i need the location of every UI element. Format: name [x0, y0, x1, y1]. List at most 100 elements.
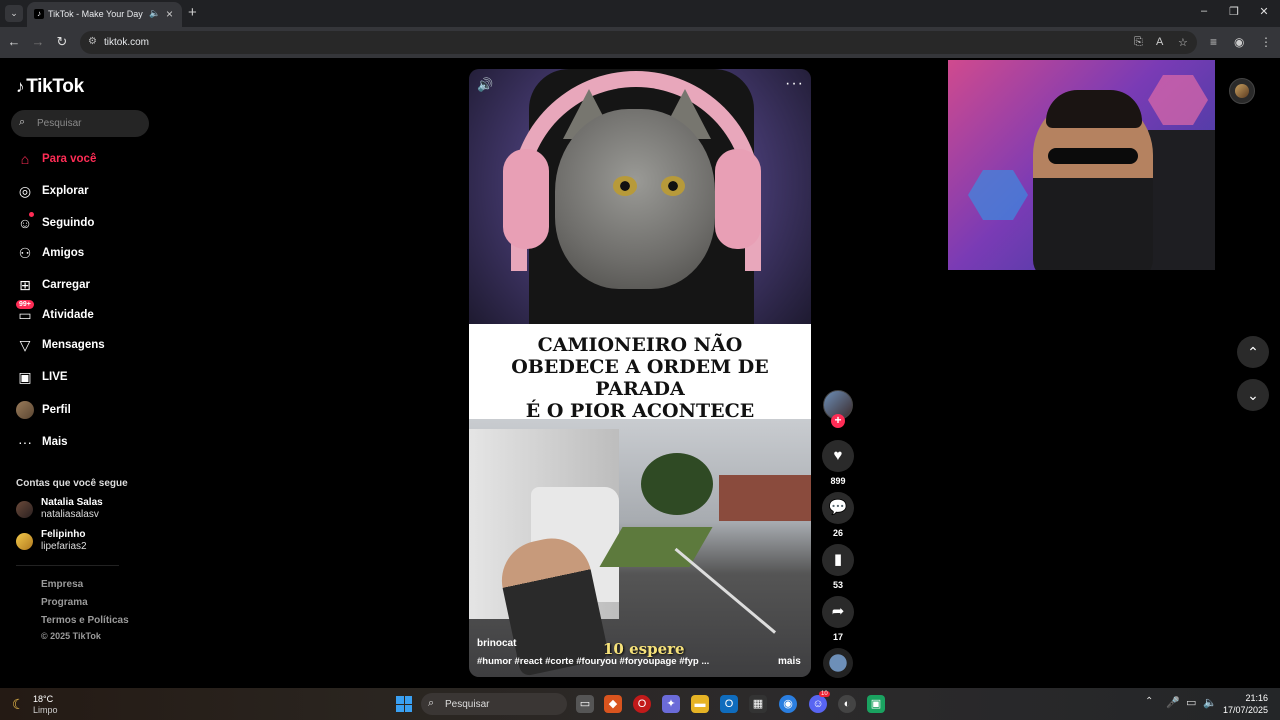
bookmark-star-icon[interactable]: ☆ — [1178, 36, 1188, 49]
save-count: 53 — [832, 580, 843, 590]
share-icon: ➦ — [831, 603, 845, 620]
tab-title: TikTok - Make Your Day — [48, 9, 143, 19]
tiktok-favicon-icon: ♪ — [34, 9, 44, 19]
footer-link[interactable]: Programa — [41, 597, 88, 608]
new-tab-button[interactable]: + — [188, 4, 197, 21]
windows-start-icon[interactable] — [396, 696, 412, 712]
tab-close-icon[interactable]: × — [166, 7, 173, 21]
headphone-cup-left — [503, 149, 549, 249]
share-count: 17 — [832, 632, 843, 642]
browser-toolbar: ← → ↻ ⚙ tiktok.com ⎘ A ☆ ≡ ◉ ⋮ — [0, 27, 1280, 58]
follow-plus-icon[interactable]: + — [831, 414, 845, 428]
chevron-up-icon: ⌃ — [1247, 344, 1259, 360]
share-button[interactable]: ➦ — [822, 596, 854, 628]
comment-button[interactable]: 💬 — [822, 492, 854, 524]
nav-explorar[interactable]: ◎ Explorar — [16, 182, 156, 204]
avatar — [16, 501, 33, 518]
video-author[interactable]: brinocat — [477, 638, 516, 649]
brave-icon[interactable]: ◆ — [604, 695, 622, 713]
following-account[interactable]: Felipinho lipefarias2 — [16, 529, 156, 555]
speaker-icon[interactable]: 🔈 — [1203, 696, 1217, 709]
chrome-icon[interactable]: ◉ — [779, 695, 797, 713]
tree — [641, 453, 713, 515]
nav-carregar[interactable]: ⊞ Carregar — [16, 276, 156, 298]
restore-icon[interactable]: ❐ — [1224, 5, 1244, 18]
nav-atividade[interactable]: ▭ 99+ Atividade — [16, 300, 156, 328]
weather-condition: Limpo — [33, 705, 58, 715]
task-view-icon[interactable]: ▭ — [576, 695, 594, 713]
footer-link[interactable]: Empresa — [41, 579, 83, 590]
copilot-icon[interactable]: ✦ — [662, 695, 680, 713]
video-hashtags[interactable]: #humor #react #corte #fouryou #foryoupag… — [477, 656, 709, 667]
back-icon[interactable]: ← — [6, 34, 22, 49]
reading-list-icon[interactable]: ≡ — [1210, 35, 1217, 49]
like-button[interactable]: ♥ — [822, 440, 854, 472]
road-line — [674, 547, 777, 634]
volume-icon[interactable]: 🔊 — [477, 77, 493, 93]
save-button[interactable]: ▮ — [822, 544, 854, 576]
next-video-button[interactable]: ⌄ — [1237, 379, 1269, 411]
user-avatar[interactable] — [1229, 78, 1255, 104]
video-menu-icon[interactable]: ··· — [785, 75, 804, 93]
friends-icon: ⚇ — [18, 245, 32, 261]
address-url: tiktok.com — [104, 37, 150, 48]
browser-menu-icon[interactable]: ⋮ — [1260, 35, 1272, 49]
minimize-icon[interactable]: – — [1194, 5, 1214, 17]
network-icon[interactable]: ▭ — [1186, 696, 1196, 709]
reload-icon[interactable]: ↻ — [54, 34, 70, 50]
translate-icon[interactable]: A — [1156, 36, 1163, 48]
discord-badge: 10 — [819, 691, 830, 697]
store-icon[interactable]: ▦ — [749, 695, 767, 713]
video-more-button[interactable]: mais — [778, 656, 801, 667]
search-input[interactable]: ⌕ Pesquisar — [11, 110, 149, 137]
video-cat-scene — [469, 69, 811, 324]
hexagon-light — [968, 170, 1028, 220]
browser-tab[interactable]: ♪ TikTok - Make Your Day 🔈 × — [27, 2, 182, 27]
avatar-image — [1235, 84, 1249, 98]
microphone-icon[interactable]: 🎤 — [1166, 696, 1180, 709]
video-headline: CAMIONEIRO NÃO OBEDECE A ORDEM DE PARADA… — [469, 324, 811, 422]
forward-icon[interactable]: → — [30, 34, 46, 49]
nav-perfil[interactable]: Perfil — [16, 401, 156, 423]
window-close-icon[interactable]: ✕ — [1254, 5, 1274, 18]
outlook-icon[interactable]: O — [720, 695, 738, 713]
profile-icon[interactable]: ◉ — [1234, 35, 1244, 49]
taskbar-search[interactable]: ⌕ Pesquisar — [421, 693, 567, 715]
compass-icon: ◎ — [18, 183, 32, 199]
previous-video-button[interactable]: ⌃ — [1237, 336, 1269, 368]
headline-line: OBEDECE A ORDEM DE PARADA — [511, 356, 769, 400]
cat-eye-right — [661, 176, 685, 196]
tab-audio-icon[interactable]: 🔈 — [149, 8, 160, 19]
nav-seguindo[interactable]: ☺ Seguindo — [16, 212, 156, 236]
music-disc-icon[interactable] — [823, 648, 853, 678]
nav-para-voce[interactable]: ⌂ Para você — [16, 150, 156, 172]
app-icon[interactable]: ▣ — [867, 695, 885, 713]
tray-chevron-icon[interactable]: ⌃ — [1145, 696, 1153, 707]
tiktok-logo[interactable]: ♪ TikTok — [16, 76, 84, 98]
video-player[interactable]: CAMIONEIRO NÃO OBEDECE A ORDEM DE PARADA… — [469, 69, 811, 677]
taskbar: ☾ 18°C Limpo ⌕ Pesquisar ▭ ◆ O ✦ ▬ O ▦ ◉… — [0, 688, 1280, 720]
moon-weather-icon[interactable]: ☾ — [12, 696, 25, 713]
home-icon: ⌂ — [20, 151, 30, 167]
site-settings-icon[interactable]: ⚙ — [88, 36, 97, 47]
discord-icon[interactable]: ☺ — [809, 695, 827, 713]
nav-mais[interactable]: ··· Mais — [16, 433, 156, 455]
clock-time[interactable]: 21:16 — [1226, 693, 1268, 703]
tab-list-button[interactable]: ⌄ — [5, 5, 23, 22]
address-bar[interactable]: ⚙ tiktok.com ⎘ A ☆ — [80, 31, 1197, 54]
webcam-overlay — [948, 60, 1215, 270]
nav-mensagens[interactable]: ▽ Mensagens — [16, 336, 156, 358]
install-app-icon[interactable]: ⎘ — [1134, 36, 1143, 49]
clock-date[interactable]: 17/07/2025 — [1222, 705, 1268, 715]
upload-icon: ⊞ — [19, 277, 31, 293]
chevron-down-icon: ⌄ — [1247, 387, 1259, 403]
following-account[interactable]: Natalia Salas nataliasalasv — [16, 497, 156, 523]
nav-live[interactable]: ▣ LIVE — [16, 368, 156, 390]
app-icon[interactable]: ◐ — [838, 695, 856, 713]
file-explorer-icon[interactable]: ▬ — [691, 695, 709, 713]
footer-link[interactable]: Termos e Políticas — [41, 615, 129, 626]
activity-badge: 99+ — [16, 300, 34, 309]
opera-icon[interactable]: O — [633, 695, 651, 713]
nav-amigos[interactable]: ⚇ Amigos — [16, 244, 156, 266]
browser-tab-bar: ⌄ ♪ TikTok - Make Your Day 🔈 × + – ❐ ✕ — [0, 0, 1280, 27]
